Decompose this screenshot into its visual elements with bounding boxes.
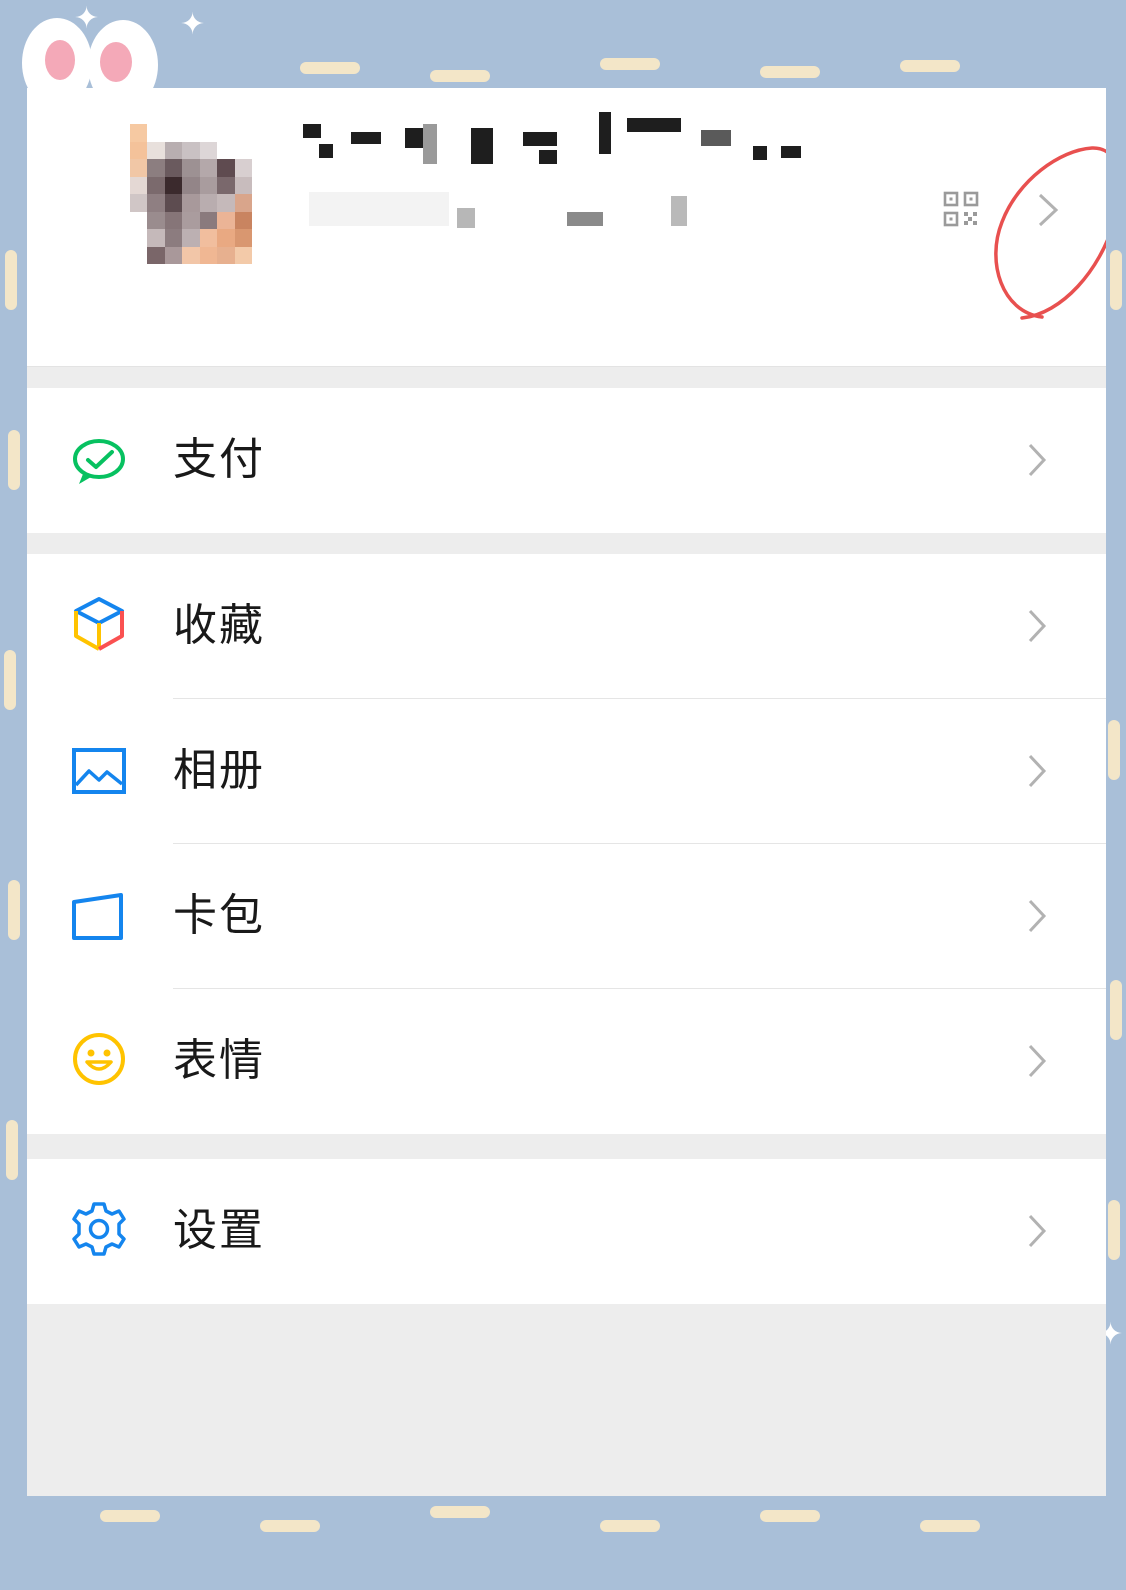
menu-item-settings[interactable]: 设置 (27, 1159, 1106, 1304)
wechat-pay-icon (73, 439, 125, 484)
services-group: 收藏 相册 卡包 表情 (27, 554, 1106, 1134)
sparkle-icon: ✦ (74, 1, 100, 36)
chevron-right-icon (1028, 609, 1047, 643)
chevron-right-icon (1028, 1214, 1047, 1248)
menu-item-label: 表情 (173, 1035, 265, 1086)
menu-item-album[interactable]: 相册 (27, 699, 1106, 844)
menu-item-label: 支付 (173, 434, 265, 485)
qr-code-icon[interactable] (943, 191, 979, 227)
profile-card[interactable] (27, 88, 1106, 367)
menu-item-cards[interactable]: 卡包 (27, 844, 1106, 989)
menu-item-label: 卡包 (173, 890, 265, 941)
pay-group: 支付 (27, 388, 1106, 533)
bunny-ear-right-inner (100, 42, 132, 82)
menu-item-label: 相册 (173, 745, 265, 796)
menu-item-favorites[interactable]: 收藏 (27, 554, 1106, 699)
smiley-icon (73, 1033, 125, 1085)
menu-item-pay[interactable]: 支付 (27, 388, 1106, 533)
menu-item-label: 收藏 (173, 600, 265, 651)
chevron-right-icon (1028, 754, 1047, 788)
bunny-ear-left-inner (45, 40, 75, 80)
wechat-id-redacted (309, 186, 689, 236)
chevron-right-icon (1028, 899, 1047, 933)
cube-icon (74, 597, 124, 651)
chevron-right-icon[interactable] (1037, 192, 1059, 228)
settings-group: 设置 (27, 1159, 1106, 1304)
photo-icon (72, 748, 126, 794)
nickname-redacted (303, 110, 843, 166)
avatar[interactable] (130, 124, 252, 264)
chevron-right-icon (1028, 1044, 1047, 1078)
wallet-icon (72, 893, 123, 940)
me-screen: 支付 收藏 相册 卡包 表情 设置 (27, 88, 1106, 1496)
sparkle-icon: ✦ (180, 7, 206, 42)
menu-item-label: 设置 (173, 1205, 265, 1256)
menu-item-stickers[interactable]: 表情 (27, 989, 1106, 1134)
gear-icon (72, 1202, 126, 1256)
chevron-right-icon (1028, 443, 1047, 477)
highlight-annotation-circle (994, 146, 1106, 320)
